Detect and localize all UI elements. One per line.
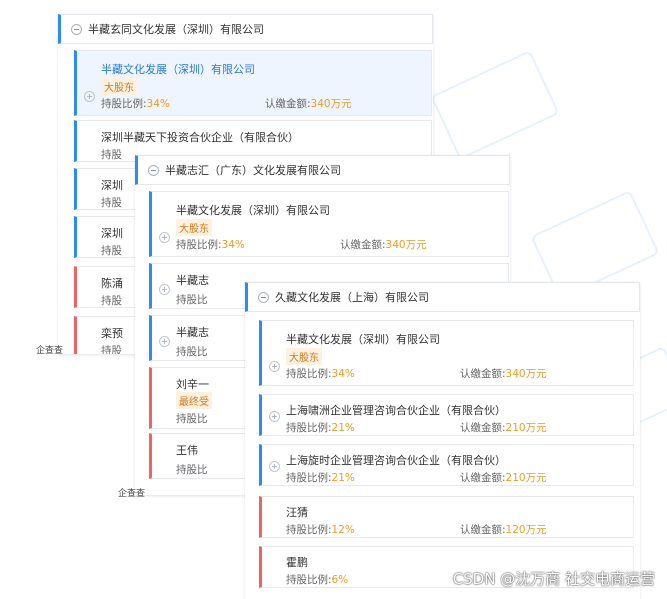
expand-icon[interactable]	[269, 411, 280, 422]
ratio-label: 持股	[101, 295, 122, 307]
shareholder-card[interactable]: 汪猜 持股比例:12% 认缴金额:120万元	[259, 496, 634, 538]
ratio-value: 21%	[331, 472, 355, 484]
collapse-icon[interactable]	[148, 164, 159, 176]
ratio-text: 持股比例:34%	[176, 237, 245, 252]
major-shareholder-badge: 大股东	[101, 78, 137, 95]
expand-icon[interactable]	[159, 284, 170, 295]
major-shareholder-badge: 大股东	[286, 348, 322, 365]
shareholder-name[interactable]: 半藏文化发展（深圳）有限公司	[101, 61, 255, 77]
ratio-label: 持股	[101, 245, 122, 257]
amount-value: 210万元	[505, 422, 547, 434]
ratio-value: 34%	[331, 368, 355, 380]
ratio-value: 34%	[146, 98, 170, 110]
ratio-text: 持股比例:12%	[286, 522, 355, 537]
watermark-shape	[430, 50, 560, 160]
ratio-label: 持股比	[176, 464, 208, 476]
expand-icon[interactable]	[269, 361, 280, 372]
ratio-label: 持股比例:	[286, 472, 332, 484]
company-name: 半藏玄同文化发展（深圳）有限公司	[88, 23, 264, 36]
ratio-value: 12%	[331, 524, 355, 536]
amount-text: 认缴金额:120万元	[460, 522, 547, 537]
company-name: 半藏志汇（广东）文化发展有限公司	[165, 164, 341, 177]
shareholder-name[interactable]: 深圳	[101, 225, 123, 241]
amount-text: 认缴金额:340万元	[460, 366, 547, 381]
company-header[interactable]: 半藏志汇（广东）文化发展有限公司	[135, 155, 510, 185]
ratio-label: 持股比例:	[286, 368, 332, 380]
csdn-credit: CSDN @沈万商 社交电商运营	[452, 570, 655, 588]
amount-text: 认缴金额:340万元	[340, 237, 427, 252]
shareholder-name[interactable]: 刘辛一	[176, 376, 209, 392]
collapse-icon[interactable]	[71, 23, 82, 35]
shareholder-name[interactable]: 霍鹏	[286, 554, 308, 570]
ratio-text: 持股比例:34%	[101, 96, 170, 111]
company-name: 久藏文化发展（上海）有限公司	[275, 291, 429, 304]
amount-text: 认缴金额:340万元	[265, 96, 352, 111]
amount-text: 认缴金额:210万元	[460, 420, 547, 435]
expand-icon[interactable]	[269, 461, 280, 472]
amount-value: 340万元	[505, 368, 547, 380]
shareholder-name[interactable]: 深圳半藏天下投资合伙企业（有限合伙）	[101, 129, 299, 145]
shareholder-card[interactable]: 上海旋时企业管理咨询合伙企业（有限合伙） 持股比例:21% 认缴金额:210万元	[259, 444, 634, 486]
company-header[interactable]: 半藏玄同文化发展（深圳）有限公司	[58, 14, 433, 44]
ratio-label: 持股比例:	[286, 422, 332, 434]
amount-label: 认缴金额:	[265, 98, 311, 110]
expand-icon[interactable]	[159, 232, 170, 243]
ratio-label: 持股比	[176, 294, 208, 306]
shareholder-name[interactable]: 上海啸洲企业管理咨询合伙企业（有限合伙）	[286, 402, 506, 418]
shareholder-card[interactable]: 半藏文化发展（深圳）有限公司 大股东 持股比例:34% 认缴金额:340万元	[259, 320, 634, 386]
shareholder-panel-3: 久藏文化发展（上海）有限公司 半藏文化发展（深圳）有限公司 大股东 持股比例:3…	[245, 282, 640, 599]
shareholder-card[interactable]: 上海啸洲企业管理咨询合伙企业（有限合伙） 持股比例:21% 认缴金额:210万元	[259, 394, 634, 436]
ratio-label: 持股比例:	[101, 98, 147, 110]
ratio-value: 34%	[221, 239, 245, 251]
amount-value: 340万元	[310, 98, 352, 110]
shareholder-name[interactable]: 半藏志	[176, 324, 209, 340]
brand-fragment: 企查查	[118, 489, 146, 499]
shareholder-name[interactable]: 半藏志	[176, 272, 209, 288]
shareholder-name[interactable]: 半藏文化发展（深圳）有限公司	[286, 331, 440, 347]
ratio-label: 持股比例:	[286, 524, 332, 536]
expand-icon[interactable]	[159, 336, 170, 347]
ratio-text: 持股比例:21%	[286, 420, 355, 435]
amount-value: 120万元	[505, 524, 547, 536]
shareholder-name[interactable]: 陈涌	[101, 275, 123, 291]
ratio-label: 持股比	[176, 413, 208, 425]
shareholder-name[interactable]: 半藏文化发展（深圳）有限公司	[176, 202, 330, 218]
shareholder-name[interactable]: 栾预	[101, 325, 123, 341]
ratio-value: 21%	[331, 422, 355, 434]
shareholder-name[interactable]: 王伟	[176, 442, 198, 458]
ratio-label: 持股	[101, 149, 122, 161]
shareholder-name[interactable]: 上海旋时企业管理咨询合伙企业（有限合伙）	[286, 452, 506, 468]
shareholder-card[interactable]: 半藏文化发展（深圳）有限公司 大股东 持股比例:34% 认缴金额:340万元	[149, 191, 509, 257]
brand-fragment: 企查查	[36, 346, 64, 356]
amount-label: 认缴金额:	[460, 368, 506, 380]
ratio-label: 持股比例:	[286, 574, 332, 586]
amount-text: 认缴金额:210万元	[460, 470, 547, 485]
amount-label: 认缴金额:	[460, 472, 506, 484]
amount-label: 认缴金额:	[340, 239, 386, 251]
amount-value: 210万元	[505, 472, 547, 484]
ultimate-beneficiary-badge: 最终受	[176, 392, 212, 409]
shareholder-name[interactable]: 深圳	[101, 177, 123, 193]
collapse-icon[interactable]	[258, 291, 269, 303]
ratio-text: 持股比例:21%	[286, 470, 355, 485]
ratio-value: 6%	[331, 574, 349, 586]
company-header[interactable]: 久藏文化发展（上海）有限公司	[245, 282, 640, 312]
amount-value: 340万元	[385, 239, 427, 251]
ratio-label: 持股	[101, 197, 122, 209]
ratio-text: 持股比例:6%	[286, 572, 348, 587]
ratio-label: 持股比例:	[176, 239, 222, 251]
ratio-label: 持股	[101, 345, 122, 354]
amount-label: 认缴金额:	[460, 524, 506, 536]
ratio-label: 持股比	[176, 346, 208, 358]
major-shareholder-badge: 大股东	[176, 219, 212, 236]
shareholder-name[interactable]: 汪猜	[286, 504, 308, 520]
shareholder-card[interactable]: 半藏文化发展（深圳）有限公司 大股东 持股比例:34% 认缴金额:340万元	[74, 50, 432, 116]
amount-label: 认缴金额:	[460, 422, 506, 434]
ratio-text: 持股比例:34%	[286, 366, 355, 381]
expand-icon[interactable]	[84, 91, 95, 102]
